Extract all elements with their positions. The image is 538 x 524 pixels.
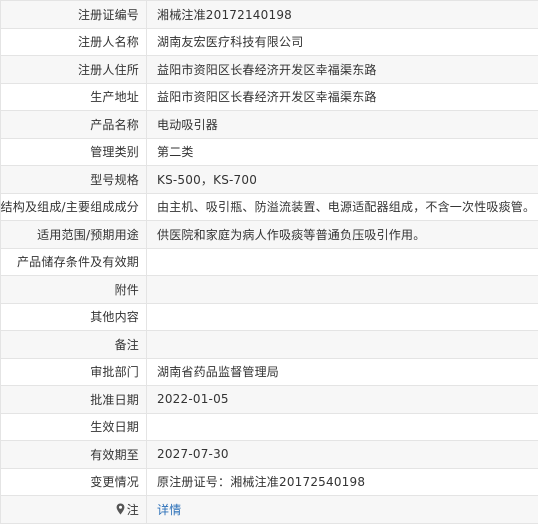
details-link[interactable]: 详情	[157, 501, 181, 518]
value-approval-date: 2022-01-05	[157, 392, 229, 407]
value-production-address: 益阳市资阳区长春经济开发区幸福渠东路	[157, 90, 377, 105]
label-production-address: 生产地址	[1, 83, 147, 110]
value-registrant-address: 益阳市资阳区长春经济开发区幸福渠东路	[157, 62, 377, 77]
row-registration-number: 注册证编号 湘械注准20172140198	[1, 1, 538, 29]
note-label-wrap: 注	[116, 501, 139, 518]
label-effective-date: 生效日期	[1, 413, 147, 440]
row-other-content: 其他内容	[1, 303, 538, 331]
label-management-category: 管理类别	[1, 138, 147, 165]
value-product-name: 电动吸引器	[157, 117, 219, 132]
label-other-content: 其他内容	[1, 303, 147, 330]
label-remarks: 备注	[1, 331, 147, 358]
row-intended-use: 适用范围/预期用途 供医院和家庭为病人作吸痰等普通负压吸引作用。	[1, 221, 538, 249]
label-change-history: 变更情况	[1, 468, 147, 495]
row-change-history: 变更情况 原注册证号：湘械注准20172540198	[1, 468, 538, 496]
row-effective-date: 生效日期	[1, 413, 538, 441]
row-remarks: 备注	[1, 331, 538, 359]
value-attachments	[147, 276, 538, 303]
value-model-specification: KS-500，KS-700	[157, 172, 258, 187]
label-registration-number: 注册证编号	[1, 1, 147, 28]
row-model-specification: 型号规格 KS-500，KS-700	[1, 166, 538, 194]
value-change-history: 原注册证号：湘械注准20172540198	[157, 475, 366, 490]
value-effective-date	[147, 414, 538, 441]
row-management-category: 管理类别 第二类	[1, 138, 538, 166]
row-attachments: 附件	[1, 276, 538, 304]
label-registrant-address: 注册人住所	[1, 56, 147, 83]
value-management-category: 第二类	[157, 145, 194, 160]
row-approval-date: 批准日期 2022-01-05	[1, 386, 538, 414]
value-intended-use: 供医院和家庭为病人作吸痰等普通负压吸引作用。	[157, 227, 426, 242]
row-storage-conditions: 产品储存条件及有效期	[1, 248, 538, 276]
value-valid-until: 2027-07-30	[157, 447, 229, 462]
label-attachments: 附件	[1, 276, 147, 303]
value-other-content	[147, 304, 538, 331]
label-registrant-name: 注册人名称	[1, 28, 147, 55]
note-label-text: 注	[126, 502, 139, 517]
row-registrant-name: 注册人名称 湖南友宏医疗科技有限公司	[1, 28, 538, 56]
label-approval-department: 审批部门	[1, 358, 147, 385]
label-note: 注	[1, 496, 147, 523]
row-approval-department: 审批部门 湖南省药品监督管理局	[1, 358, 538, 386]
map-pin-icon	[116, 503, 125, 515]
label-product-name: 产品名称	[1, 111, 147, 138]
value-approval-department: 湖南省药品监督管理局	[157, 365, 280, 380]
label-approval-date: 批准日期	[1, 386, 147, 413]
label-intended-use: 适用范围/预期用途	[1, 221, 147, 248]
value-structure-composition: 由主机、吸引瓶、防溢流装置、电源适配器组成，不含一次性吸痰管。	[157, 200, 536, 215]
label-model-specification: 型号规格	[1, 166, 147, 193]
value-storage-conditions	[147, 249, 538, 276]
row-production-address: 生产地址 益阳市资阳区长春经济开发区幸福渠东路	[1, 83, 538, 111]
registration-record-table: 注册证编号 湘械注准20172140198 注册人名称 湖南友宏医疗科技有限公司…	[0, 0, 538, 524]
row-registrant-address: 注册人住所 益阳市资阳区长春经济开发区幸福渠东路	[1, 56, 538, 84]
value-registrant-name: 湖南友宏医疗科技有限公司	[157, 35, 304, 50]
label-structure-composition: 结构及组成/主要组成成分	[1, 193, 147, 220]
value-remarks	[147, 331, 538, 358]
value-registration-number: 湘械注准20172140198	[157, 7, 292, 22]
row-note: 注 详情	[1, 496, 538, 524]
row-product-name: 产品名称 电动吸引器	[1, 111, 538, 139]
row-valid-until: 有效期至 2027-07-30	[1, 441, 538, 469]
label-valid-until: 有效期至	[1, 441, 147, 468]
row-structure-composition: 结构及组成/主要组成成分 由主机、吸引瓶、防溢流装置、电源适配器组成，不含一次性…	[1, 193, 538, 221]
label-storage-conditions: 产品储存条件及有效期	[1, 248, 147, 275]
value-note: 详情	[147, 496, 538, 523]
